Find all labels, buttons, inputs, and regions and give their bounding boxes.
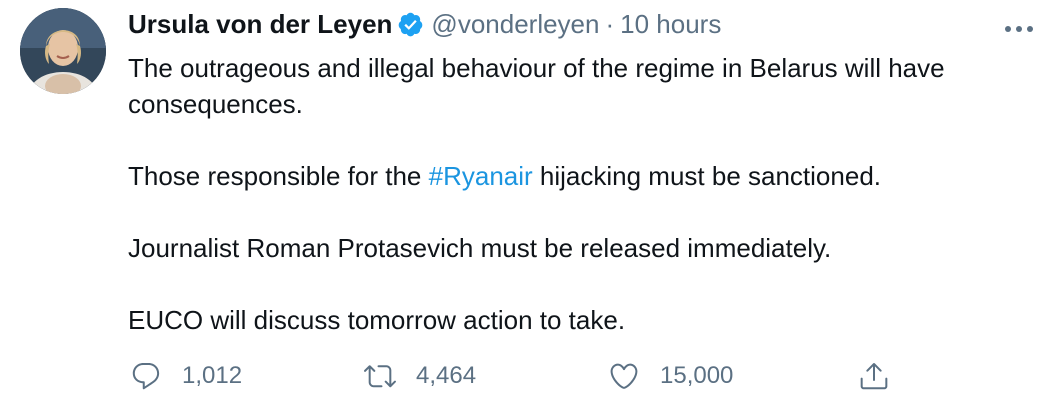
tweet-header: Ursula von der Leyen @vonderleyen · 10 h… xyxy=(128,6,721,42)
heart-icon xyxy=(608,360,640,392)
share-button[interactable] xyxy=(858,356,890,396)
tweet-card: Ursula von der Leyen @vonderleyen · 10 h… xyxy=(0,0,1060,408)
retweet-button[interactable]: 4,464 xyxy=(364,356,476,396)
retweet-count: 4,464 xyxy=(416,362,477,389)
avatar[interactable] xyxy=(20,8,106,94)
author-handle[interactable]: @vonderleyen xyxy=(431,9,599,40)
like-count: 15,000 xyxy=(660,362,734,389)
reply-count: 1,012 xyxy=(182,362,243,389)
header-separator: · xyxy=(605,8,615,39)
like-button[interactable]: 15,000 xyxy=(608,356,733,396)
tweet-line-4: EUCO will discuss tomorrow action to tak… xyxy=(128,305,626,335)
tweet-line-1-part-1: The outrageous and illegal behaviour of … xyxy=(128,53,945,83)
reply-button[interactable]: 1,012 xyxy=(130,356,242,396)
author-display-name[interactable]: Ursula von der Leyen xyxy=(128,9,392,40)
share-icon xyxy=(858,360,890,392)
tweet-timestamp[interactable]: 10 hours xyxy=(620,9,721,40)
hashtag-link[interactable]: #Ryanair xyxy=(429,161,533,191)
retweet-icon xyxy=(364,360,396,392)
reply-icon xyxy=(130,360,162,392)
tweet-line-1-part-2: consequences. xyxy=(128,89,303,119)
tweet-text: The outrageous and illegal behaviour of … xyxy=(128,50,1028,338)
avatar-image xyxy=(20,8,106,94)
tweet-line-2-after: hijacking must be sanctioned. xyxy=(532,161,881,191)
tweet-line-2: Those responsible for the #Ryanair hijac… xyxy=(128,158,1028,194)
tweet-actions: 1,012 4,464 15,000 xyxy=(0,356,1060,396)
tweet-line-3: Journalist Roman Protasevich must be rel… xyxy=(128,233,832,263)
more-options-icon[interactable] xyxy=(1004,20,1034,32)
tweet-line-2-before: Those responsible for the xyxy=(128,161,429,191)
tweet-line-1: The outrageous and illegal behaviour of … xyxy=(128,50,1028,122)
verified-badge-icon xyxy=(397,11,424,38)
